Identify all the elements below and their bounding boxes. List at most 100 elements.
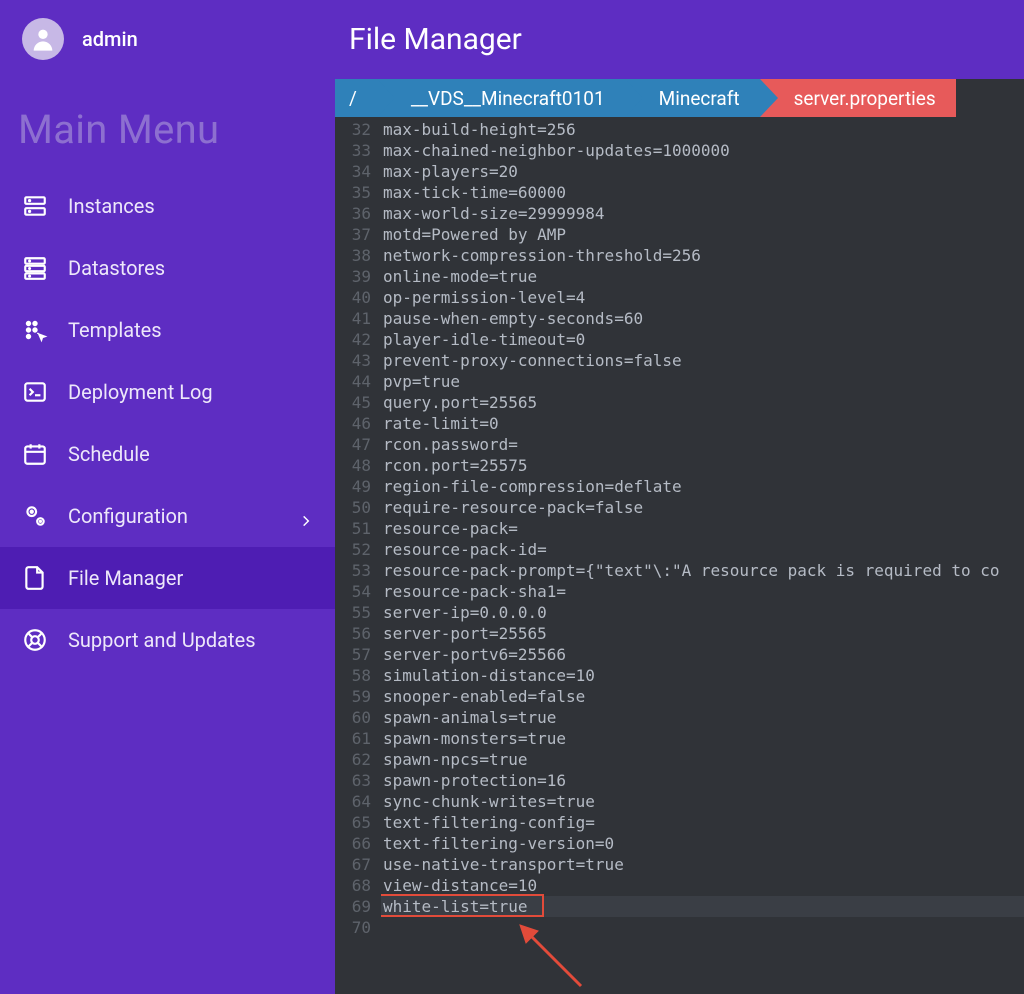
chevron-right-icon <box>299 509 313 523</box>
nav-item-deployment-log[interactable]: Deployment Log <box>0 361 335 423</box>
gutter-line: 59 <box>341 686 371 707</box>
code-line[interactable]: resource-pack= <box>381 518 1024 539</box>
gutter-line: 52 <box>341 539 371 560</box>
nav-item-configuration[interactable]: Configuration <box>0 485 335 547</box>
gutter-line: 49 <box>341 476 371 497</box>
breadcrumb-folder-2[interactable]: Minecraft <box>625 79 760 117</box>
main-panel: File Manager / __VDS__Minecraft0101 Mine… <box>335 0 1024 994</box>
code-line[interactable]: region-file-compression=deflate <box>381 476 1024 497</box>
gutter-line: 53 <box>341 560 371 581</box>
code-line[interactable]: motd=Powered by AMP <box>381 224 1024 245</box>
gutter-line: 66 <box>341 833 371 854</box>
avatar <box>22 18 64 60</box>
gutter-line: 41 <box>341 308 371 329</box>
user-row[interactable]: admin <box>0 18 335 78</box>
gutter-line: 44 <box>341 371 371 392</box>
gutter-line: 47 <box>341 434 371 455</box>
code-line[interactable]: op-permission-level=4 <box>381 287 1024 308</box>
sidebar: admin Main Menu Instances Datastores Tem… <box>0 0 335 994</box>
gutter-line: 45 <box>341 392 371 413</box>
gutter-line: 62 <box>341 749 371 770</box>
code-line[interactable]: snooper-enabled=false <box>381 686 1024 707</box>
gutter-line: 65 <box>341 812 371 833</box>
file-manager-icon <box>22 565 48 591</box>
breadcrumb-folder-1[interactable]: __VDS__Minecraft0101 <box>377 79 625 117</box>
code-line[interactable]: resource-pack-prompt={"text"\:"A resourc… <box>381 560 1024 581</box>
username-label: admin <box>82 27 138 51</box>
nav-item-datastores[interactable]: Datastores <box>0 237 335 299</box>
gutter-line: 56 <box>341 623 371 644</box>
gutter-line: 40 <box>341 287 371 308</box>
gutter-line: 51 <box>341 518 371 539</box>
code-line[interactable]: network-compression-threshold=256 <box>381 245 1024 266</box>
code-line[interactable]: server-portv6=25566 <box>381 644 1024 665</box>
code-line[interactable]: require-resource-pack=false <box>381 497 1024 518</box>
nav-item-instances[interactable]: Instances <box>0 175 335 237</box>
code-editor[interactable]: 3233343536373839404142434445464748495051… <box>335 117 1024 994</box>
nav-label: Deployment Log <box>68 380 213 404</box>
user-icon <box>29 25 57 53</box>
gutter-line: 70 <box>341 917 371 938</box>
code-line[interactable] <box>381 917 1024 938</box>
gutter-line: 39 <box>341 266 371 287</box>
code-line[interactable]: spawn-monsters=true <box>381 728 1024 749</box>
code-line[interactable]: max-tick-time=60000 <box>381 182 1024 203</box>
code-line[interactable]: rate-limit=0 <box>381 413 1024 434</box>
code-line[interactable]: text-filtering-version=0 <box>381 833 1024 854</box>
gutter-line: 42 <box>341 329 371 350</box>
nav: Instances Datastores Templates Deploymen… <box>0 175 335 671</box>
code-line[interactable]: resource-pack-id= <box>381 539 1024 560</box>
nav-label: File Manager <box>68 566 183 590</box>
code-content[interactable]: max-build-height=256max-chained-neighbor… <box>381 117 1024 994</box>
code-line[interactable]: pause-when-empty-seconds=60 <box>381 308 1024 329</box>
breadcrumb-root[interactable]: / <box>335 79 377 117</box>
gutter-line: 61 <box>341 728 371 749</box>
gutter-line: 43 <box>341 350 371 371</box>
gutter-line: 69 <box>341 896 371 917</box>
deployment-log-icon <box>22 379 48 405</box>
code-line[interactable]: resource-pack-sha1= <box>381 581 1024 602</box>
gutter-line: 64 <box>341 791 371 812</box>
code-line[interactable]: spawn-animals=true <box>381 707 1024 728</box>
code-line[interactable]: player-idle-timeout=0 <box>381 329 1024 350</box>
breadcrumb-file[interactable]: server.properties <box>760 79 956 117</box>
code-line[interactable]: max-players=20 <box>381 161 1024 182</box>
code-line[interactable]: rcon.password= <box>381 434 1024 455</box>
code-line[interactable]: max-world-size=29999984 <box>381 203 1024 224</box>
code-line[interactable]: server-ip=0.0.0.0 <box>381 602 1024 623</box>
gutter-line: 36 <box>341 203 371 224</box>
templates-icon <box>22 317 48 343</box>
support-icon <box>22 627 48 653</box>
code-line[interactable]: server-port=25565 <box>381 623 1024 644</box>
nav-label: Templates <box>68 318 162 342</box>
code-line[interactable]: use-native-transport=true <box>381 854 1024 875</box>
gutter-line: 33 <box>341 140 371 161</box>
nav-item-support[interactable]: Support and Updates <box>0 609 335 671</box>
nav-item-templates[interactable]: Templates <box>0 299 335 361</box>
code-line[interactable]: simulation-distance=10 <box>381 665 1024 686</box>
code-line[interactable]: rcon.port=25575 <box>381 455 1024 476</box>
instances-icon <box>22 193 48 219</box>
gutter-line: 58 <box>341 665 371 686</box>
gutter-line: 37 <box>341 224 371 245</box>
datastores-icon <box>22 255 48 281</box>
nav-item-schedule[interactable]: Schedule <box>0 423 335 485</box>
code-line[interactable]: text-filtering-config= <box>381 812 1024 833</box>
code-line[interactable]: online-mode=true <box>381 266 1024 287</box>
code-line[interactable]: max-build-height=256 <box>381 119 1024 140</box>
gutter-line: 55 <box>341 602 371 623</box>
gutter-line: 32 <box>341 119 371 140</box>
code-line[interactable]: pvp=true <box>381 371 1024 392</box>
code-line[interactable]: view-distance=10 <box>381 875 1024 896</box>
gutter-line: 50 <box>341 497 371 518</box>
code-line[interactable]: spawn-protection=16 <box>381 770 1024 791</box>
configuration-icon <box>22 503 48 529</box>
code-line[interactable]: max-chained-neighbor-updates=1000000 <box>381 140 1024 161</box>
code-line[interactable]: spawn-npcs=true <box>381 749 1024 770</box>
nav-label: Configuration <box>68 504 188 528</box>
code-line[interactable]: white-list=true <box>381 896 1024 917</box>
code-line[interactable]: prevent-proxy-connections=false <box>381 350 1024 371</box>
nav-item-file-manager[interactable]: File Manager <box>0 547 335 609</box>
code-line[interactable]: sync-chunk-writes=true <box>381 791 1024 812</box>
code-line[interactable]: query.port=25565 <box>381 392 1024 413</box>
